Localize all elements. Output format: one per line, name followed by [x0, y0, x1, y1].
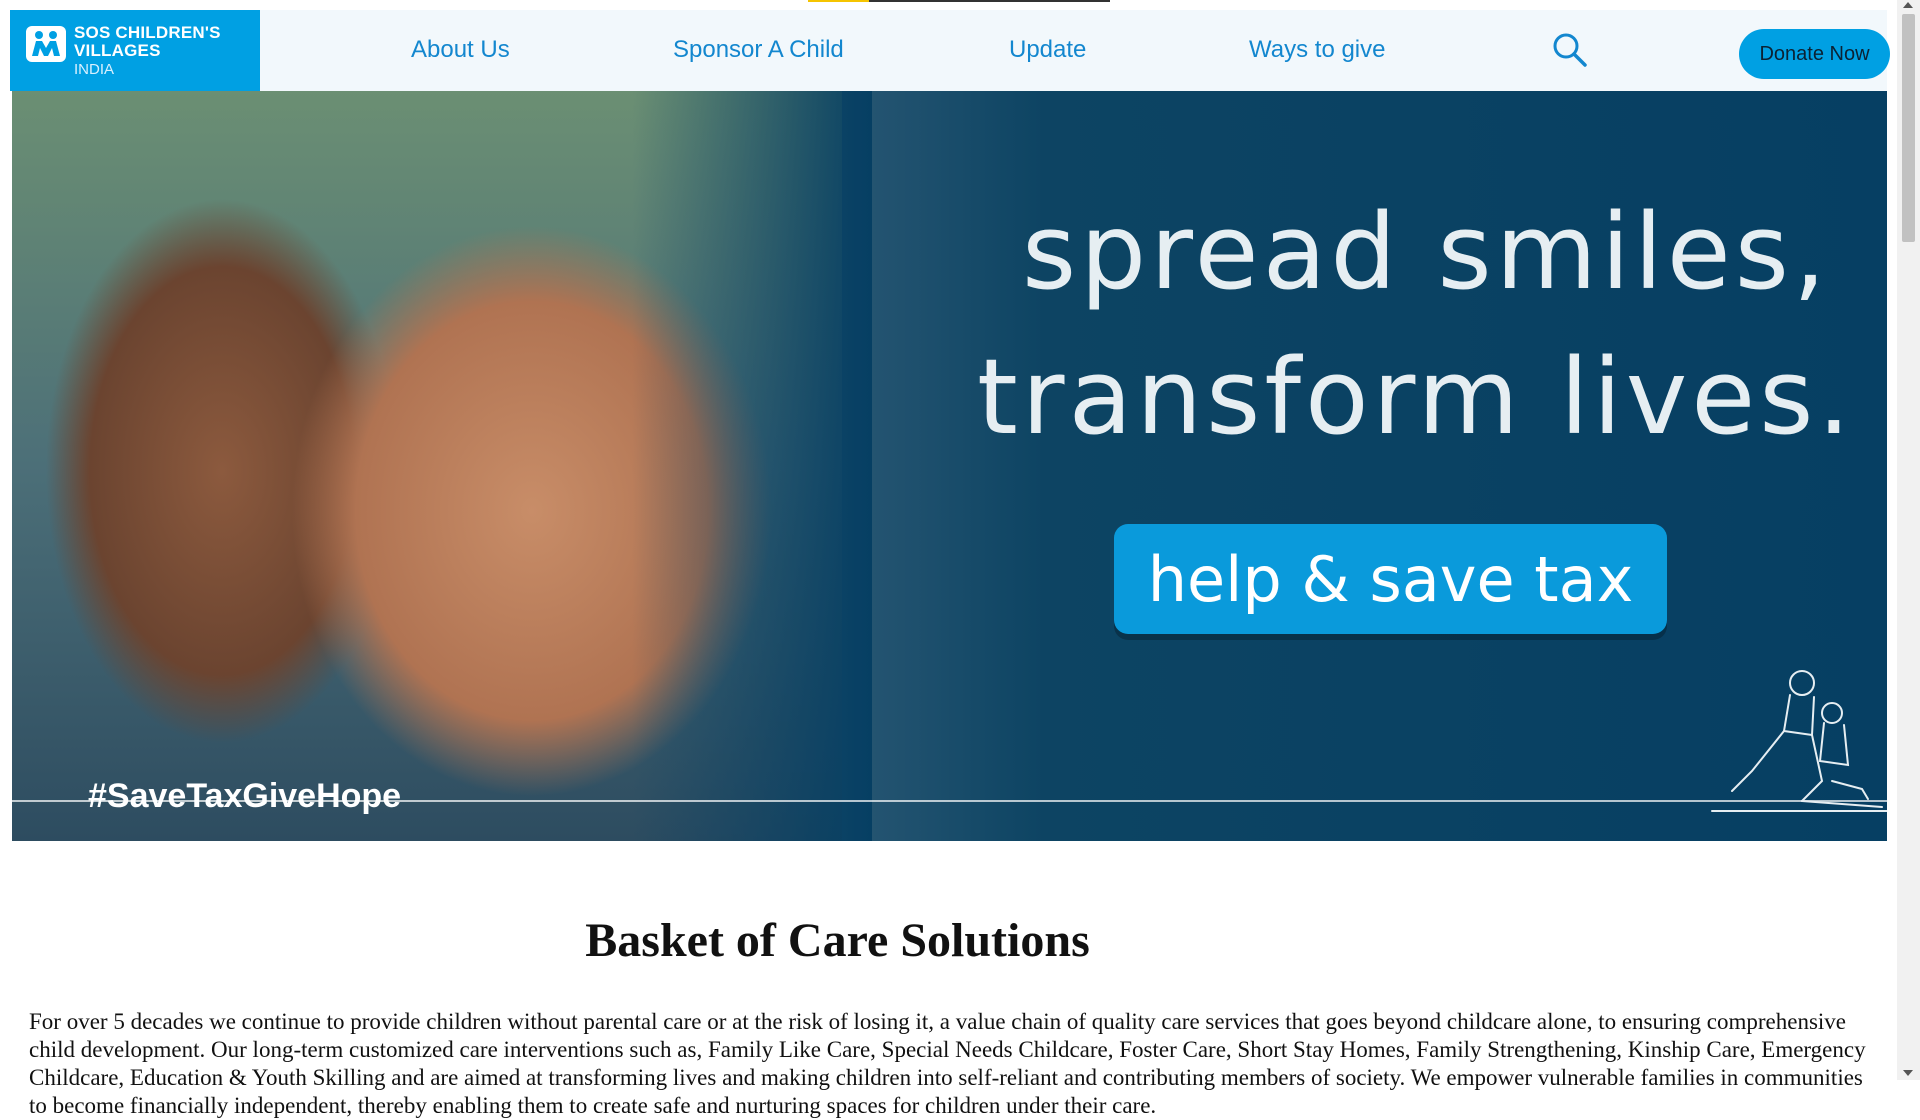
logo-text-country: INDIA: [74, 61, 115, 78]
nav-sponsor-a-child[interactable]: Sponsor A Child: [673, 36, 844, 64]
hero-photo-fade: [632, 91, 872, 841]
scroll-down-arrow-icon[interactable]: [1903, 1070, 1913, 1076]
site-header: SOS CHILDREN'S VILLAGES INDIA About Us S…: [10, 10, 1890, 91]
logo-text-line1: SOS CHILDREN'S: [74, 23, 221, 42]
help-save-tax-button[interactable]: help & save tax: [1114, 524, 1667, 634]
hero-headline-line1: spread smiles,: [1022, 191, 1830, 313]
scrollbar-thumb[interactable]: [1902, 14, 1915, 242]
search-icon[interactable]: [1550, 30, 1590, 70]
section-body-text: For over 5 decades we continue to provid…: [29, 1009, 1866, 1118]
children-reading-sketch-icon: [1711, 670, 1887, 812]
sos-children-logo-icon: [26, 26, 66, 62]
donate-now-button[interactable]: Donate Now: [1739, 29, 1890, 79]
site-logo[interactable]: SOS CHILDREN'S VILLAGES INDIA: [10, 10, 260, 91]
hero-banner[interactable]: spread smiles, transform lives. help & s…: [12, 91, 1887, 841]
loading-bar-segment: [808, 0, 869, 2]
hero-headline-line2: transform lives.: [977, 336, 1855, 458]
logo-text-line2: VILLAGES: [74, 41, 161, 60]
scroll-up-arrow-icon[interactable]: [1903, 2, 1913, 8]
nav-about-us[interactable]: About Us: [411, 36, 510, 64]
loading-bar-segment: [869, 0, 1110, 2]
vertical-scrollbar[interactable]: [1897, 0, 1920, 1080]
nav-update[interactable]: Update: [1009, 36, 1086, 64]
section-title: Basket of Care Solutions: [585, 913, 1090, 967]
nav-ways-to-give[interactable]: Ways to give: [1249, 36, 1386, 64]
hero-hashtag: #SaveTaxGiveHope: [88, 777, 402, 815]
